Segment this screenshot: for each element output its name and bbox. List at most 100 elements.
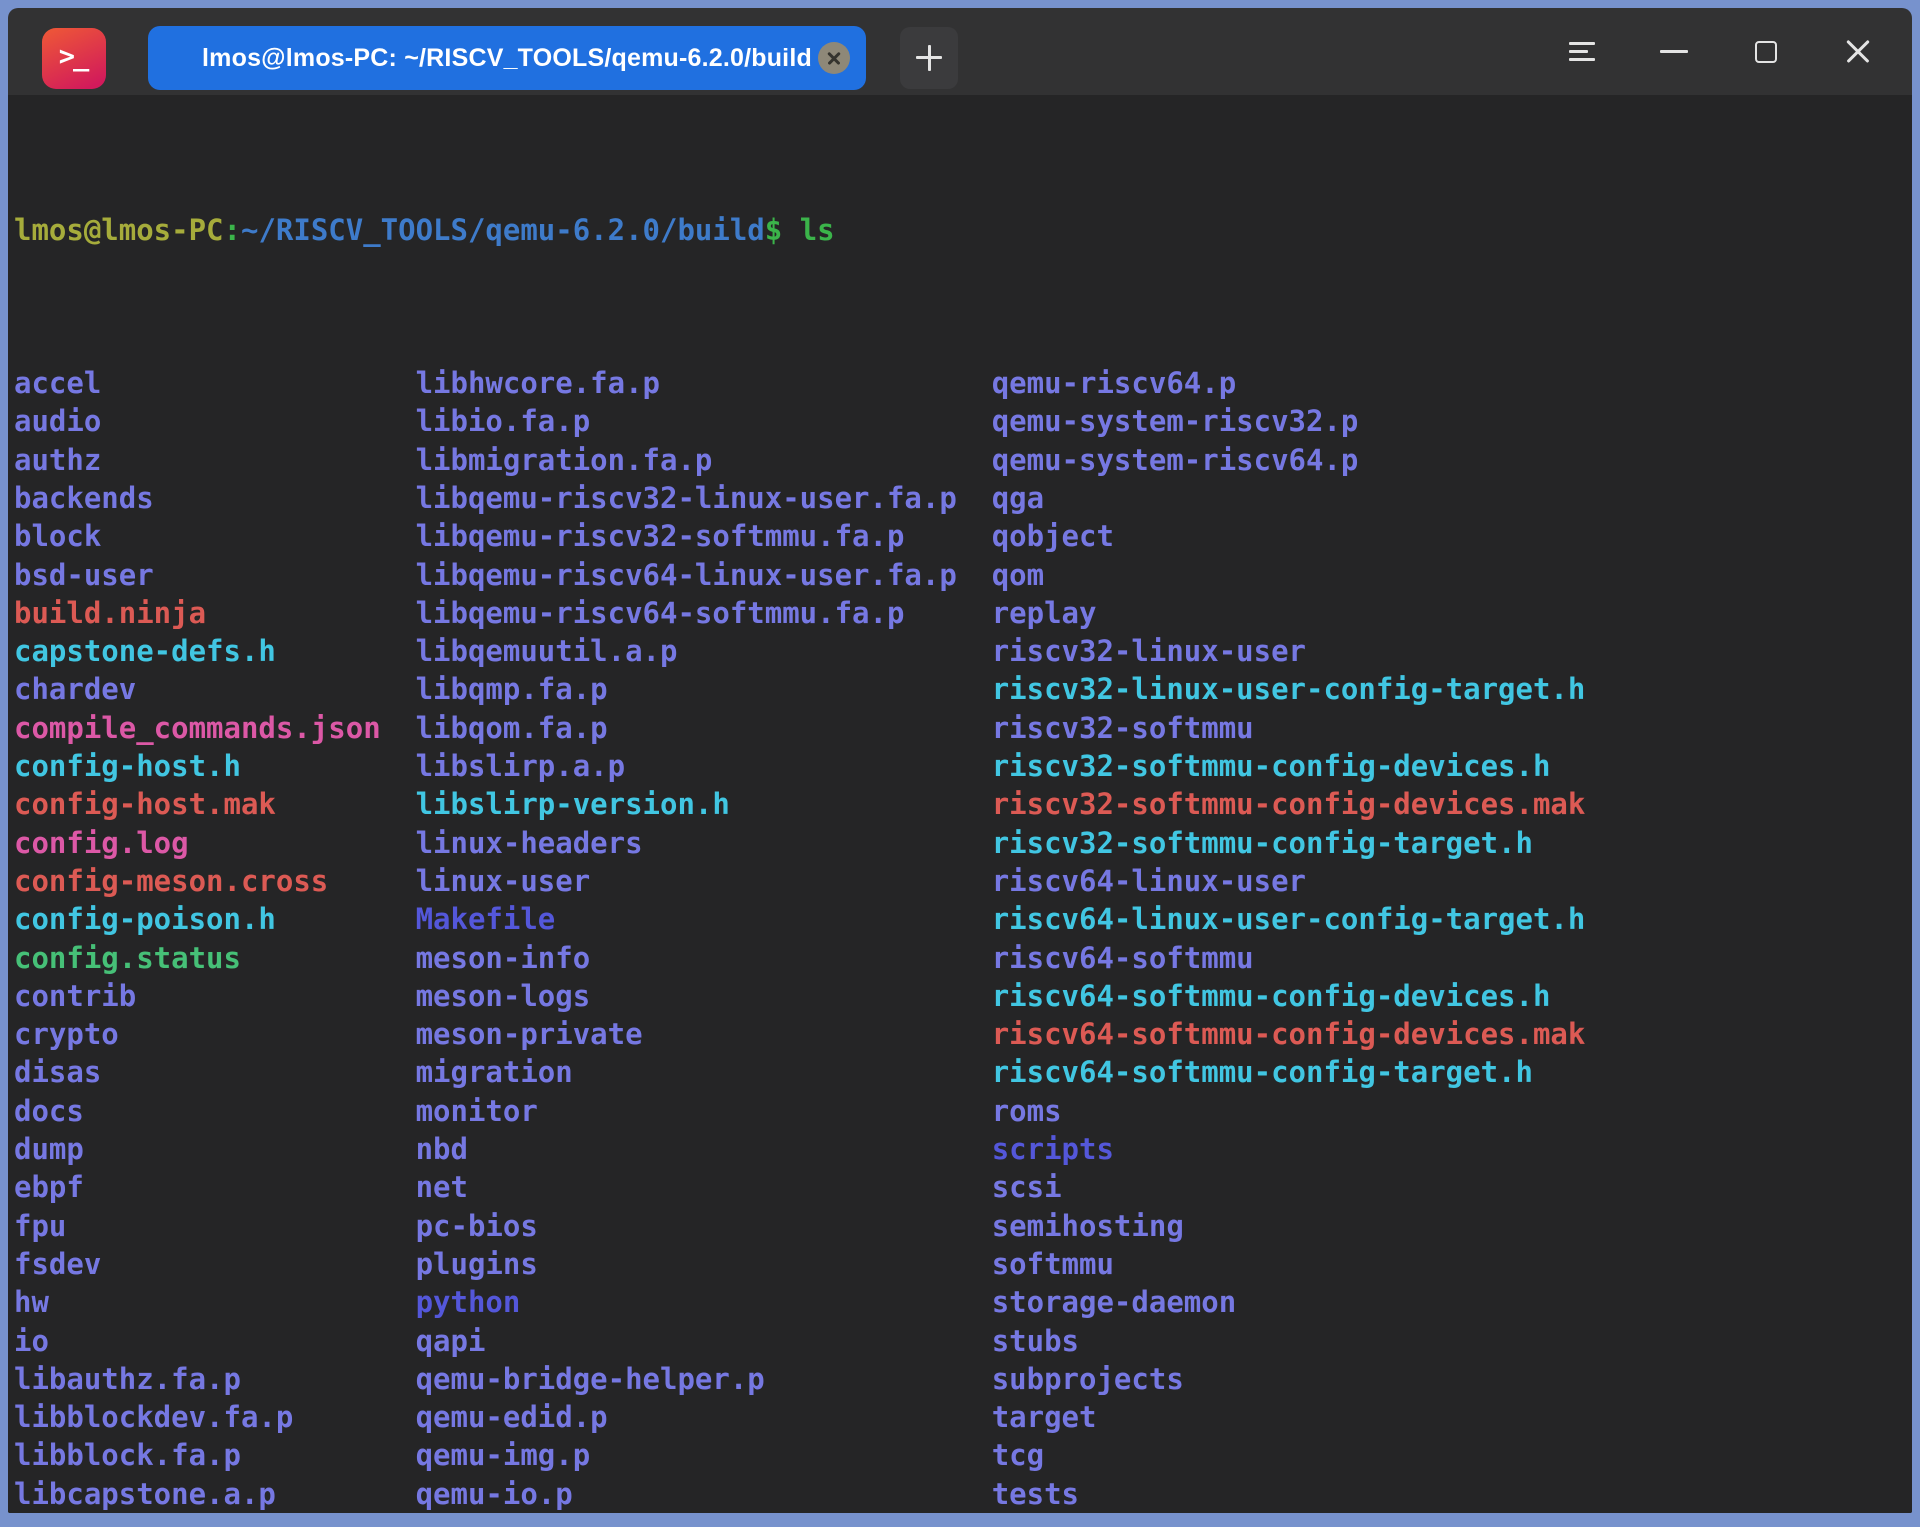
listing-row: chardevlibqmp.fa.priscv32-linux-user-con… [14,670,1912,708]
dir-entry: fpu [14,1207,416,1245]
title-bar[interactable]: >_ lmos@lmos-PC: ~/RISCV_TOOLS/qemu-6.2.… [8,8,1912,95]
file-entry: riscv64-softmmu-config-devices.mak [992,1015,1586,1053]
dir-entry: qemu-io.p [416,1475,992,1513]
dir-entry: tests [992,1475,1079,1513]
dir-entry: io [14,1322,416,1360]
listing-row: config-host.hlibslirp.a.priscv32-softmmu… [14,747,1912,785]
dir-entry: libmigration.fa.p [416,441,992,479]
prompt-dollar: $ [765,211,782,249]
prompt-path: ~/RISCV_TOOLS/qemu-6.2.0/build [241,211,765,249]
dir-entry: riscv64-linux-user [992,862,1306,900]
dir-entry: qemu-img.p [416,1436,992,1474]
dir-entry: qemu-bridge-helper.p [416,1360,992,1398]
listing-row: libauthz.fa.pqemu-bridge-helper.psubproj… [14,1360,1912,1398]
file-entry: riscv64-softmmu-config-devices.h [992,977,1551,1015]
file-entry: riscv32-softmmu-config-target.h [992,824,1533,862]
dir-entry: qom [992,556,1044,594]
dir-entry: qapi [416,1322,992,1360]
tab-active[interactable]: lmos@lmos-PC: ~/RISCV_TOOLS/qemu-6.2.0/b… [148,26,866,90]
listing-row: docsmonitorroms [14,1092,1912,1130]
file-listing: accellibhwcore.fa.pqemu-riscv64.paudioli… [14,364,1912,1513]
dir-entry: contrib [14,977,416,1015]
dir-entry: softmmu [992,1245,1114,1283]
prompt-user-host: lmos@lmos-PC [14,211,224,249]
dir-entry: libauthz.fa.p [14,1360,416,1398]
dir-entry: audio [14,402,416,440]
dir-entry: linux-user [416,862,992,900]
dir-entry: accel [14,364,416,402]
dir-entry: libhwcore.fa.p [416,364,992,402]
dir-entry: meson-private [416,1015,992,1053]
dir-entry: libcapstone.a.p [14,1475,416,1513]
dir-entry: qga [992,479,1044,517]
dir-entry: qobject [992,517,1114,555]
maximize-button[interactable] [1720,8,1812,95]
dir-entry: tcg [992,1436,1044,1474]
file-entry: compile_commands.json [14,709,416,747]
dir-entry: qemu-riscv64.p [992,364,1236,402]
dir-entry: stubs [992,1322,1079,1360]
dir-entry: scsi [992,1168,1062,1206]
dir-entry: disas [14,1053,416,1091]
dir-entry: docs [14,1092,416,1130]
listing-row: bsd-userlibqemu-riscv64-linux-user.fa.pq… [14,556,1912,594]
tab-title: lmos@lmos-PC: ~/RISCV_TOOLS/qemu-6.2.0/b… [202,44,812,73]
file-entry: config-meson.cross [14,862,416,900]
dir-entry: libqemu-riscv32-softmmu.fa.p [416,517,992,555]
dir-entry: semihosting [992,1207,1184,1245]
terminal-app-icon: >_ [42,28,106,89]
dir-entry: subprojects [992,1360,1184,1398]
dir-entry: libqemuutil.a.p [416,632,992,670]
dir-entry: libio.fa.p [416,402,992,440]
dir-entry: meson-info [416,939,992,977]
file-entry: Makefile [416,900,992,938]
dir-entry: net [416,1168,992,1206]
file-entry: config-host.mak [14,785,416,823]
terminal-content[interactable]: lmos@lmos-PC:~/RISCV_TOOLS/qemu-6.2.0/bu… [8,95,1912,1513]
listing-row: config-host.maklibslirp-version.hriscv32… [14,785,1912,823]
minimize-button[interactable] [1628,8,1720,95]
listing-row: config-meson.crosslinux-userriscv64-linu… [14,862,1912,900]
file-entry: scripts [992,1130,1114,1168]
file-entry: riscv64-linux-user-config-target.h [992,900,1586,938]
listing-row: blocklibqemu-riscv32-softmmu.fa.pqobject [14,517,1912,555]
file-entry: build.ninja [14,594,416,632]
dir-entry: qemu-system-riscv32.p [992,402,1359,440]
dir-entry: libqom.fa.p [416,709,992,747]
terminal-window: >_ lmos@lmos-PC: ~/RISCV_TOOLS/qemu-6.2.… [8,8,1912,1513]
typed-command: ls [782,211,834,249]
dir-entry: storage-daemon [992,1283,1236,1321]
dir-entry: qemu-system-riscv64.p [992,441,1359,479]
listing-row: audiolibio.fa.pqemu-system-riscv32.p [14,402,1912,440]
listing-row: capstone-defs.hlibqemuutil.a.priscv32-li… [14,632,1912,670]
dir-entry: replay [992,594,1097,632]
dir-entry: riscv32-linux-user [992,632,1306,670]
dir-entry: pc-bios [416,1207,992,1245]
terminal-app-icon-glyph: >_ [59,41,88,72]
window-controls [1536,8,1904,95]
listing-row: accellibhwcore.fa.pqemu-riscv64.p [14,364,1912,402]
listing-row: authzlibmigration.fa.pqemu-system-riscv6… [14,441,1912,479]
dir-entry: roms [992,1092,1062,1130]
dir-entry: libqemu-riscv64-softmmu.fa.p [416,594,992,632]
tab-close-button[interactable] [818,42,850,74]
listing-row: hwpythonstorage-daemon [14,1283,1912,1321]
minimize-icon [1660,50,1688,53]
dir-entry: linux-headers [416,824,992,862]
maximize-icon [1755,41,1777,63]
menu-button[interactable] [1536,8,1628,95]
file-entry: riscv32-softmmu-config-devices.mak [992,785,1586,823]
dir-entry: riscv32-softmmu [992,709,1254,747]
listing-row: fsdevpluginssoftmmu [14,1245,1912,1283]
listing-row: fpupc-biossemihosting [14,1207,1912,1245]
dir-entry: nbd [416,1130,992,1168]
listing-row: libblockdev.fa.pqemu-edid.ptarget [14,1398,1912,1436]
close-button[interactable] [1812,8,1904,95]
dir-entry: chardev [14,670,416,708]
dir-entry: crypto [14,1015,416,1053]
new-tab-button[interactable] [900,27,958,89]
file-entry: config-host.h [14,747,416,785]
listing-row: libblock.fa.pqemu-img.ptcg [14,1436,1912,1474]
listing-row: ebpfnetscsi [14,1168,1912,1206]
prompt-line-top: lmos@lmos-PC:~/RISCV_TOOLS/qemu-6.2.0/bu… [14,211,1912,249]
